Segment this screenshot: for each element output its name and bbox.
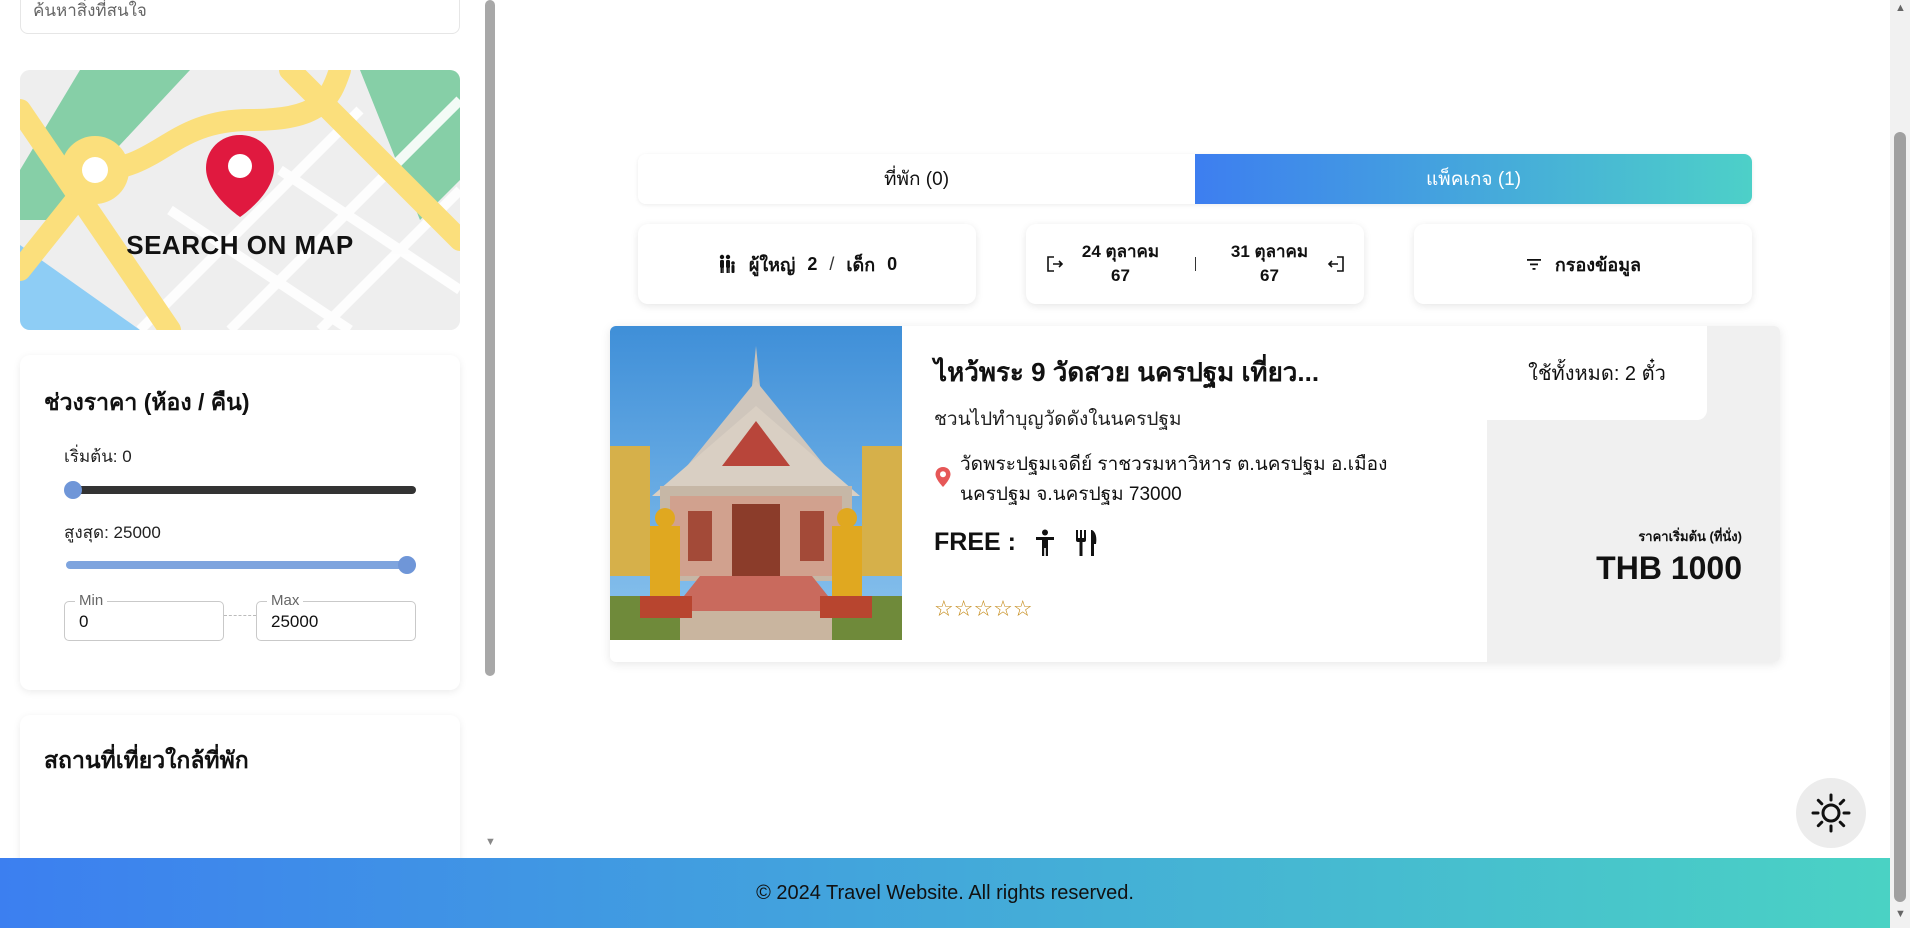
footer-copyright: © 2024 Travel Website. All rights reserv… — [756, 881, 1134, 904]
min-legend: Min — [75, 593, 108, 609]
free-amenities: FREE : — [934, 528, 1100, 557]
sidebar-scrollbar-thumb[interactable] — [485, 0, 495, 676]
max-price-label: สูงสุด: 25000 — [64, 523, 161, 542]
nearby-places-card: สถานที่เที่ยวใกล้ที่พัก — [20, 715, 460, 858]
min-price-value: 0 — [79, 612, 89, 631]
max-price-slider-thumb[interactable] — [398, 556, 416, 574]
result-tabs: ที่พัก (0) แพ็คเกจ (1) — [638, 154, 1752, 204]
map-illustration — [20, 70, 460, 330]
max-price-input[interactable]: Max 25000 — [256, 593, 416, 641]
min-price-slider[interactable] — [66, 486, 416, 494]
checkin-icon — [1046, 256, 1063, 272]
starting-price: THB 1000 — [1596, 550, 1742, 586]
child-label: เด็ก — [846, 254, 876, 275]
range-divider — [224, 615, 256, 616]
footer: © 2024 Travel Website. All rights reserv… — [0, 858, 1890, 928]
sidebar: ค้นหาสิ่งที่สนใจ SEARCH ON MAP ช่วงราคา … — [0, 0, 484, 858]
scroll-down-arrow-icon[interactable]: ▼ — [1895, 908, 1906, 920]
scroll-down-arrow-icon[interactable]: ▼ — [485, 836, 496, 848]
checkout-date-line2: 67 — [1260, 266, 1279, 285]
sidebar-scrollbar[interactable]: ▼ — [484, 0, 496, 858]
restaurant-icon — [1075, 529, 1097, 556]
tab-package[interactable]: แพ็คเกจ (1) — [1195, 154, 1752, 204]
min-price-label: เริ่มต้น: 0 — [64, 447, 132, 466]
checkout-date-line1: 31 ตุลาคม — [1230, 242, 1309, 261]
free-label: FREE : — [934, 528, 1016, 556]
checkout-icon — [1327, 256, 1344, 272]
location-icon — [935, 467, 951, 487]
filter-label: กรองข้อมูล — [1554, 254, 1642, 275]
package-title[interactable]: ไหว้พระ 9 วัดสวย นครปฐม เที่ยว... — [934, 352, 1319, 393]
search-on-map-card[interactable]: SEARCH ON MAP — [20, 70, 460, 330]
page-scrollbar-thumb[interactable] — [1894, 132, 1906, 902]
price-range-card: ช่วงราคา (ห้อง / คืน) เริ่มต้น: 0 สูงสุด… — [20, 355, 460, 690]
filter-button[interactable]: กรองข้อมูล — [1414, 224, 1752, 304]
accessible-icon — [1035, 529, 1054, 556]
checkin-date-line1: 24 ตุลาคม — [1081, 242, 1160, 261]
nearby-places-title: สถานที่เที่ยวใกล้ที่พัก — [44, 747, 249, 773]
scroll-up-arrow-icon[interactable]: ▲ — [1895, 2, 1906, 14]
price-range-title: ช่วงราคา (ห้อง / คืน) — [44, 389, 250, 415]
temple-image — [610, 326, 902, 640]
min-price-slider-thumb[interactable] — [64, 481, 82, 499]
ticket-usage: ใช้ทั้งหมด: 2 ตั๋ว — [1487, 326, 1707, 420]
adult-label: ผู้ใหญ่ — [748, 254, 796, 275]
min-price-input[interactable]: Min 0 — [64, 593, 224, 641]
package-result-card[interactable]: ไหว้พระ 9 วัดสวย นครปฐม เที่ยว... ชวนไปท… — [610, 326, 1780, 662]
child-count: 0 — [887, 253, 898, 274]
filter-icon — [1526, 259, 1541, 270]
page-scrollbar[interactable]: ▲ ▼ — [1890, 0, 1910, 928]
guest-separator: / — [829, 253, 835, 274]
checkin-date[interactable]: 24 ตุลาคม 67 — [1071, 240, 1171, 288]
package-address: วัดพระปฐมเจดีย์ ราชวรมหาวิหาร ต.นครปฐม อ… — [960, 454, 1388, 505]
search-on-map-label: SEARCH ON MAP — [126, 230, 354, 260]
price-panel: ใช้ทั้งหมด: 2 ตั๋ว ราคาเริ่มต้น (ที่นั่ง… — [1487, 326, 1780, 662]
sun-icon — [1811, 793, 1851, 833]
search-input[interactable]: ค้นหาสิ่งที่สนใจ — [20, 0, 460, 34]
max-price-value: 25000 — [271, 612, 319, 631]
checkout-date[interactable]: 31 ตุลาคม 67 — [1220, 240, 1320, 288]
date-range-selector[interactable]: 24 ตุลาคม 67 31 ตุลาคม 67 — [1026, 224, 1364, 304]
package-subtitle: ชวนไปทำบุญวัดดังในนครปฐม — [934, 409, 1182, 430]
max-price-slider[interactable] — [66, 561, 416, 569]
checkin-date-line2: 67 — [1111, 266, 1130, 285]
people-icon — [719, 254, 735, 273]
tab-accommodation[interactable]: ที่พัก (0) — [638, 154, 1195, 204]
starting-price-caption: ราคาเริ่มต้น (ที่นั่ง) — [1638, 529, 1742, 544]
rating-stars: ☆☆☆☆☆ — [934, 596, 1033, 621]
theme-toggle-button[interactable] — [1796, 778, 1866, 848]
guests-selector[interactable]: ผู้ใหญ่ 2 / เด็ก 0 — [638, 224, 976, 304]
max-legend: Max — [267, 593, 304, 609]
date-divider — [1194, 257, 1196, 271]
adult-count: 2 — [807, 253, 818, 274]
